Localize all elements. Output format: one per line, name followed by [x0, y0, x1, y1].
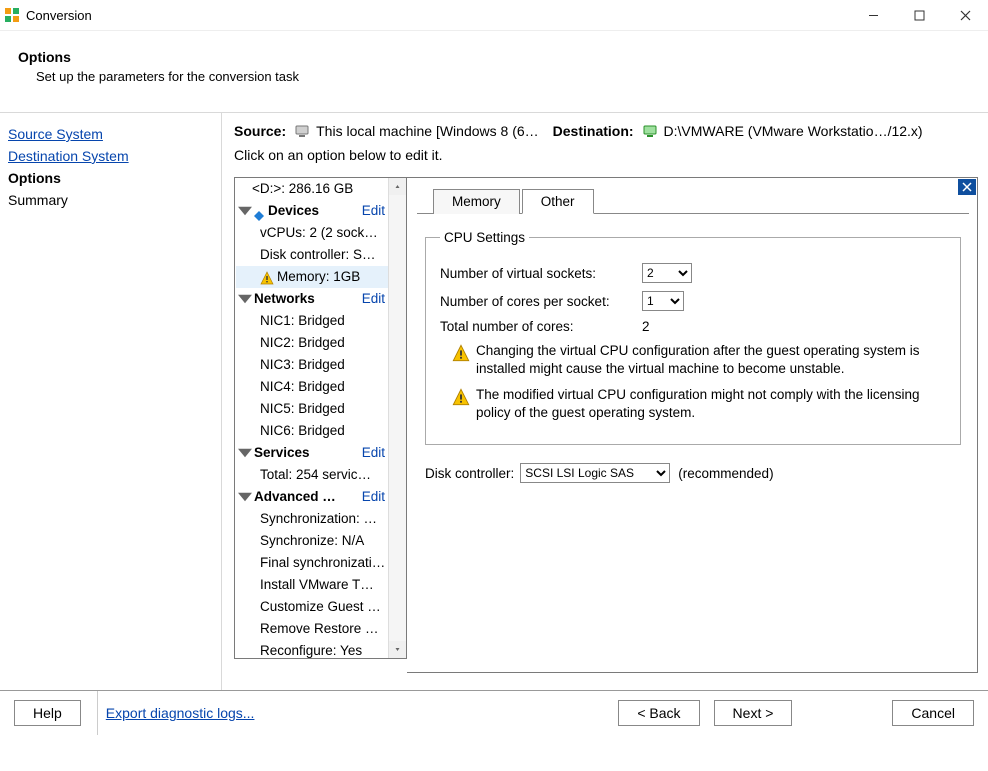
tree-item-disk-controller[interactable]: Disk controller: S…	[236, 244, 389, 266]
source-value: This local machine [Windows 8 (6…	[316, 123, 539, 139]
cpu-warning-2-text: The modified virtual CPU configuration m…	[476, 386, 926, 422]
tab-strip: Memory Other	[417, 188, 969, 214]
tree-devices-label: Devices	[268, 200, 362, 222]
page-header: Options Set up the parameters for the co…	[0, 31, 988, 112]
tree-group-networks[interactable]: Networks Edit	[236, 288, 389, 310]
tree-group-devices[interactable]: Devices Edit	[236, 200, 389, 222]
next-button[interactable]: Next >	[714, 700, 793, 726]
tree-memory-text: Memory: 1GB	[277, 266, 360, 288]
tree-advanced-label: Advanced …	[254, 486, 362, 508]
destination-value: D:\VMWARE (VMware Workstatio…/12.x)	[664, 123, 923, 139]
tab-other[interactable]: Other	[522, 189, 594, 214]
disk-controller-label: Disk controller:	[425, 466, 514, 481]
tree-services-label: Services	[254, 442, 362, 464]
tab-memory[interactable]: Memory	[433, 189, 520, 214]
options-tree: <D:>: 286.16 GB Devices Edit vCPUs: 2 (2…	[234, 177, 407, 659]
help-button[interactable]: Help	[14, 700, 81, 726]
close-window-button[interactable]	[942, 0, 988, 30]
instruction-text: Click on an option below to edit it.	[234, 147, 978, 163]
tree-item-nic4[interactable]: NIC4: Bridged	[236, 376, 389, 398]
cpu-warning-1-text: Changing the virtual CPU configuration a…	[476, 342, 926, 378]
tree-networks-edit[interactable]: Edit	[362, 288, 389, 310]
tree-scrollbar[interactable]	[388, 178, 406, 658]
maximize-button[interactable]	[896, 0, 942, 30]
page-title: Options	[18, 49, 970, 65]
tree-item-reconfigure[interactable]: Reconfigure: Yes	[236, 640, 389, 658]
tree-item-memory[interactable]: Memory: 1GB	[236, 266, 389, 288]
scroll-down-button[interactable]	[389, 641, 406, 658]
tree-item-services-total[interactable]: Total: 254 servic…	[236, 464, 389, 486]
tree-item-customize-guest[interactable]: Customize Guest …	[236, 596, 389, 618]
scroll-track[interactable]	[389, 195, 406, 641]
nav-options: Options	[8, 167, 213, 189]
tree-disk-d[interactable]: <D:>: 286.16 GB	[236, 178, 389, 200]
tree-item-final-sync[interactable]: Final synchronizati…	[236, 552, 389, 574]
chevron-down-icon	[238, 204, 252, 218]
cpu-warning-2: The modified virtual CPU configuration m…	[452, 386, 926, 422]
tree-advanced-edit[interactable]: Edit	[362, 486, 389, 508]
tree-item-sync[interactable]: Synchronization: …	[236, 508, 389, 530]
total-cores-label: Total number of cores:	[440, 319, 642, 334]
cpu-warning-1: Changing the virtual CPU configuration a…	[452, 342, 926, 378]
sockets-label: Number of virtual sockets:	[440, 266, 642, 281]
export-diag-link[interactable]: Export diagnostic logs...	[97, 691, 255, 735]
panel-close-button[interactable]	[958, 179, 976, 195]
back-button[interactable]: < Back	[618, 700, 699, 726]
chevron-down-icon	[238, 292, 252, 306]
app-icon	[4, 7, 20, 23]
warning-icon	[260, 270, 274, 284]
tree-item-nic5[interactable]: NIC5: Bridged	[236, 398, 389, 420]
scroll-up-button[interactable]	[389, 178, 406, 195]
nav-summary: Summary	[8, 189, 213, 211]
footer-bar: Help Export diagnostic logs... < Back Ne…	[0, 690, 988, 735]
chevron-down-icon	[238, 446, 252, 460]
vm-icon	[642, 123, 658, 139]
chevron-down-icon	[238, 490, 252, 504]
window-title: Conversion	[26, 8, 850, 23]
tree-services-edit[interactable]: Edit	[362, 442, 389, 464]
warning-icon	[452, 388, 470, 411]
diamond-icon	[254, 206, 264, 216]
nav-source-system[interactable]: Source System	[8, 123, 213, 145]
tree-group-advanced[interactable]: Advanced … Edit	[236, 486, 389, 508]
tree-item-install-tools[interactable]: Install VMware T…	[236, 574, 389, 596]
main-area: Source System Destination System Options…	[0, 113, 988, 690]
tree-group-services[interactable]: Services Edit	[236, 442, 389, 464]
nav-destination-system[interactable]: Destination System	[8, 145, 213, 167]
tree-item-vcpus[interactable]: vCPUs: 2 (2 sock…	[236, 222, 389, 244]
tree-networks-label: Networks	[254, 288, 362, 310]
cores-label: Number of cores per socket:	[440, 294, 642, 309]
disk-controller-row: Disk controller: SCSI LSI Logic SAS (rec…	[417, 463, 969, 483]
page-subtitle: Set up the parameters for the conversion…	[36, 69, 970, 84]
minimize-button[interactable]	[850, 0, 896, 30]
tree-item-nic2[interactable]: NIC2: Bridged	[236, 332, 389, 354]
tree-item-remove-restore[interactable]: Remove Restore …	[236, 618, 389, 640]
disk-controller-select[interactable]: SCSI LSI Logic SAS	[520, 463, 670, 483]
editor-row: <D:>: 286.16 GB Devices Edit vCPUs: 2 (2…	[234, 177, 978, 673]
source-label: Source:	[234, 123, 286, 139]
titlebar: Conversion	[0, 0, 988, 31]
right-pane: Source: This local machine [Windows 8 (6…	[222, 113, 988, 690]
total-cores-value: 2	[642, 319, 650, 334]
computer-icon	[294, 123, 310, 139]
tree-item-synchronize[interactable]: Synchronize: N/A	[236, 530, 389, 552]
cores-select[interactable]: 1	[642, 291, 684, 311]
destination-label: Destination:	[553, 123, 634, 139]
tree-item-nic1[interactable]: NIC1: Bridged	[236, 310, 389, 332]
wizard-nav: Source System Destination System Options…	[0, 113, 222, 690]
tree-item-nic3[interactable]: NIC3: Bridged	[236, 354, 389, 376]
sockets-select[interactable]: 2	[642, 263, 692, 283]
warning-icon	[452, 344, 470, 367]
source-destination-bar: Source: This local machine [Windows 8 (6…	[234, 123, 978, 139]
cpu-settings-legend: CPU Settings	[440, 230, 529, 245]
tree-item-nic6[interactable]: NIC6: Bridged	[236, 420, 389, 442]
tree-devices-edit[interactable]: Edit	[362, 200, 389, 222]
cancel-button[interactable]: Cancel	[892, 700, 974, 726]
cpu-settings-group: CPU Settings Number of virtual sockets: …	[425, 230, 961, 445]
details-panel: Memory Other CPU Settings Number of virt…	[407, 177, 978, 673]
disk-controller-recommended: (recommended)	[678, 466, 773, 481]
